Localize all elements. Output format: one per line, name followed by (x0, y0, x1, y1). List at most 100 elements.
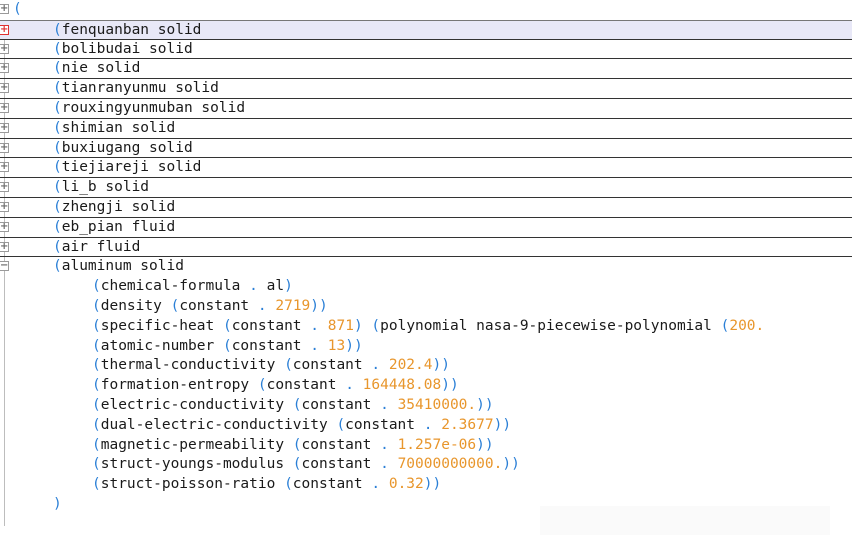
open-paren: ( (371, 317, 381, 334)
plus-box-icon[interactable]: + (0, 83, 9, 94)
minus-box-icon[interactable]: − (0, 261, 9, 272)
close-paren: ) (53, 496, 62, 512)
open-paren: ( (92, 357, 101, 374)
plus-box-icon[interactable]: + (0, 241, 9, 252)
property-key: struct-poisson-ratio (100, 476, 285, 493)
open-paren: ( (222, 337, 232, 354)
code-editor[interactable]: + ( + (fenquanban solid + (bolibudai solid +… (0, 0, 852, 535)
close-paren: ) (432, 476, 442, 493)
closing-line[interactable]: ) (0, 495, 852, 515)
property-line[interactable]: (struct-poisson-ratio (constant . 0.32)) (0, 475, 852, 495)
property-method: constant (345, 416, 424, 433)
root-line[interactable]: + ( (0, 0, 852, 20)
property-line[interactable]: (density (constant . 2719)) (0, 297, 852, 317)
property-method: constant (179, 298, 258, 314)
open-paren: ( (292, 397, 302, 413)
open-paren: ( (257, 377, 267, 394)
property-method: constant (301, 456, 381, 473)
plus-box-icon[interactable]: + (0, 162, 9, 173)
close-paren: ) (502, 416, 512, 433)
dot-separator: . (310, 317, 328, 334)
property-method: constant (301, 397, 381, 413)
plus-box-icon[interactable]: + (0, 122, 9, 133)
material-line[interactable]: + (li_b solid (0, 178, 852, 198)
close-paren: ) (432, 357, 442, 374)
close-paren: ) (353, 317, 363, 334)
open-paren: ( (53, 159, 62, 176)
material-line[interactable]: + (tiejiareji solid (0, 158, 852, 179)
property-key: density (100, 298, 171, 314)
close-paren: ) (502, 456, 512, 473)
open-paren: ( (336, 416, 346, 433)
material-name: tianranyunmu solid (61, 80, 219, 97)
property-line[interactable]: (thermal-conductivity (constant . 202.4)… (0, 356, 852, 376)
material-line[interactable]: + (nie solid (0, 59, 852, 80)
material-line[interactable]: + (bolibudai solid (0, 40, 852, 60)
close-paren: ) (423, 476, 433, 493)
plus-box-icon[interactable]: + (0, 43, 9, 54)
property-value: 0.32 (388, 476, 424, 493)
material-line[interactable]: + (air fluid (0, 238, 852, 258)
material-line[interactable]: + (shimian solid (0, 119, 852, 139)
property-line[interactable]: (atomic-number (constant . 13)) (0, 337, 852, 357)
material-line[interactable]: + (eb_pian fluid (0, 218, 852, 238)
material-name: buxiugang solid (61, 139, 193, 156)
material-line[interactable]: + (rouxingyunmuban solid (0, 99, 852, 119)
material-line-expanded[interactable]: − (aluminum solid (0, 257, 852, 277)
plus-box-icon[interactable]: + (0, 182, 9, 193)
material-name: nie solid (61, 60, 141, 77)
close-paren: ) (484, 397, 494, 413)
plus-box-icon[interactable]: + (0, 202, 9, 212)
property-value: al (266, 278, 285, 295)
plus-box-icon[interactable]: + (0, 103, 9, 113)
dot-separator: . (423, 416, 442, 433)
close-paren: ) (284, 278, 293, 295)
open-paren: ( (53, 199, 62, 215)
open-paren: ( (292, 456, 302, 473)
open-paren: ( (53, 40, 62, 57)
property-line[interactable]: (dual-electric-conductivity (constant . … (0, 416, 852, 436)
material-name: eb_pian fluid (61, 218, 176, 235)
property-entry: (struct-youngs-modulus (constant . 70000… (92, 455, 520, 475)
material-entry: (nie solid (53, 59, 140, 79)
open-paren: ( (53, 21, 62, 38)
property-line[interactable]: (chemical-formula . al) (0, 277, 852, 297)
plus-box-icon[interactable]: + (0, 63, 9, 74)
plus-box-icon[interactable]: + (0, 24, 9, 35)
property-line[interactable]: (electric-conductivity (constant . 35410… (0, 396, 852, 416)
property-value: 1.257e-06 (397, 436, 477, 453)
open-paren: ( (53, 80, 62, 97)
property-value: 871 (327, 317, 354, 334)
property-method: constant (266, 377, 346, 394)
material-entry: (fenquanban solid (53, 21, 201, 41)
property-line[interactable]: (formation-entropy (constant . 164448.08… (0, 376, 852, 396)
root-open-paren: ( (13, 1, 22, 17)
property-value: 13 (327, 337, 346, 354)
close-paren: ) (319, 298, 328, 314)
property-entry: (magnetic-permeability (constant . 1.257… (92, 436, 494, 456)
material-entry: (rouxingyunmuban solid (53, 99, 245, 119)
material-name: tiejiareji solid (61, 159, 202, 176)
material-entry: (aluminum solid (53, 257, 184, 277)
open-paren: ( (53, 218, 62, 235)
plus-box-icon[interactable]: + (0, 142, 9, 153)
material-entry: (eb_pian fluid (53, 218, 175, 238)
open-paren: ( (92, 476, 101, 493)
property-line[interactable]: (specific-heat (constant . 871) (polynom… (0, 317, 852, 337)
material-line[interactable]: + (zhengji solid (0, 198, 852, 218)
material-line[interactable]: + (fenquanban solid (0, 19, 852, 41)
dot-separator: . (380, 456, 398, 473)
material-line[interactable]: + (tianranyunmu solid (0, 79, 852, 99)
close-paren: ) (449, 377, 459, 394)
plus-box-icon[interactable]: + (0, 221, 9, 232)
property-method: polynomial nasa-9-piecewise-polynomial (380, 317, 721, 334)
property-method: constant (292, 476, 372, 493)
material-line[interactable]: + (buxiugang solid (0, 139, 852, 159)
property-entry: (specific-heat (constant . 871) (polynom… (92, 317, 764, 337)
property-value: 70000000000. (397, 456, 503, 473)
open-paren: ( (92, 317, 101, 334)
plus-box-icon[interactable]: + (0, 4, 9, 14)
property-line[interactable]: (struct-youngs-modulus (constant . 70000… (0, 455, 852, 475)
close-paren: ) (353, 337, 363, 354)
property-line[interactable]: (magnetic-permeability (constant . 1.257… (0, 436, 852, 456)
